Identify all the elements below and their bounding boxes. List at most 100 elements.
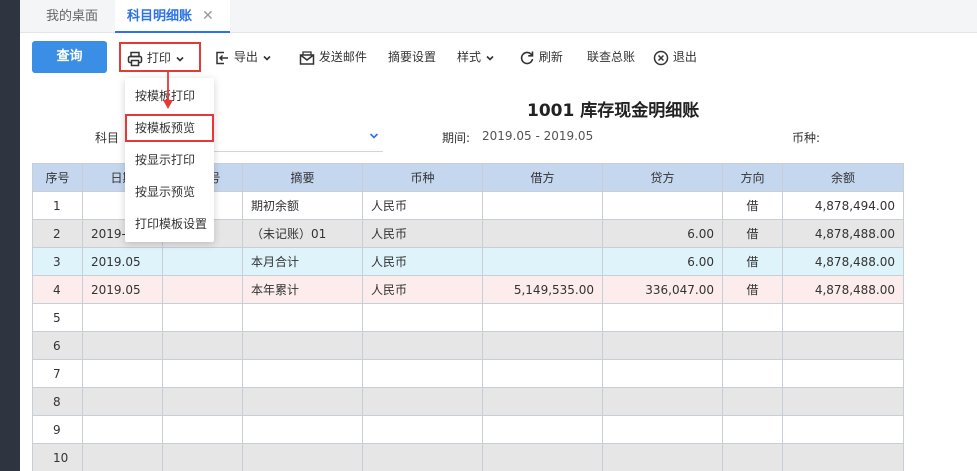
cell-summary [242,387,363,416]
style-button[interactable]: 样式 [457,41,495,73]
left-sidebar-strip [0,0,20,471]
cell-credit: 336,047.00 [602,275,723,304]
cell-direction [722,443,783,471]
print-button[interactable]: 打印 [119,42,201,72]
cell-index: 5 [32,303,83,332]
refresh-button[interactable]: 刷新 [519,41,563,73]
table-row[interactable]: 9 [32,415,904,444]
currency-label: 币种: [792,131,821,145]
cell-index: 3 [32,247,83,276]
tab-bar: 我的桌面 科目明细账 ✕ [20,0,977,33]
cell-direction [722,415,783,444]
tab-label: 科目明细账 [127,9,193,24]
cell-index: 7 [32,359,83,388]
table-row[interactable]: 8 [32,387,904,416]
refresh-icon [520,51,534,64]
cell-summary: 本月合计 [242,247,363,276]
col-header-debit[interactable]: 借方 [482,163,603,192]
menu-item-preview-by-template[interactable]: 按模板预览 [125,114,214,142]
menu-item-print-by-display[interactable]: 按显示打印 [125,144,214,176]
table-row[interactable]: 5 [32,303,904,332]
cell-currency [362,387,483,416]
cell-debit [482,359,603,388]
cell-debit [482,219,603,248]
cell-voucher [162,247,243,276]
cell-index: 10 [32,443,83,471]
send-mail-button[interactable]: 发送邮件 [299,41,367,73]
col-header-balance[interactable]: 余额 [782,163,904,192]
table-row[interactable]: 3 2019.05 本月合计 人民币 6.00 借 4,878,488.00 [32,247,904,276]
col-header-credit[interactable]: 贷方 [602,163,723,192]
cell-voucher [162,443,243,471]
cell-date [82,443,163,471]
cell-balance: 4,878,488.00 [782,247,904,276]
mail-label: 发送邮件 [318,50,367,64]
cell-date [82,303,163,332]
close-circle-icon [653,50,669,65]
mail-icon [299,50,315,65]
cell-direction [722,387,783,416]
cell-credit [602,191,723,220]
chevron-down-icon [176,56,184,62]
cell-balance [782,303,904,332]
cell-credit [602,415,723,444]
cell-debit [482,331,603,360]
cell-voucher [162,387,243,416]
cell-debit [482,415,603,444]
cell-balance: 4,878,494.00 [782,191,904,220]
cell-index: 2 [32,219,83,248]
col-header-direction[interactable]: 方向 [722,163,783,192]
cell-balance [782,331,904,360]
tab-home[interactable]: 我的桌面 [46,0,98,33]
cell-index: 6 [32,331,83,360]
chevron-down-icon [263,55,271,61]
table-row[interactable]: 7 [32,359,904,388]
menu-item-preview-by-display[interactable]: 按显示预览 [125,176,214,208]
printer-icon [127,51,143,66]
cell-date [82,359,163,388]
refresh-label: 刷新 [538,50,563,64]
cell-currency [362,303,483,332]
col-header-index[interactable]: 序号 [32,163,83,192]
summary-settings-button[interactable]: 摘要设置 [388,41,436,73]
cell-date [82,415,163,444]
table-row[interactable]: 6 [32,331,904,360]
cell-direction: 借 [722,219,783,248]
cell-summary [242,331,363,360]
menu-item-print-template-settings[interactable]: 打印模板设置 [125,208,214,240]
cell-credit [602,387,723,416]
table-row[interactable]: 4 2019.05 本年累计 人民币 5,149,535.00 336,047.00 借 4,… [32,275,904,304]
subject-label: 科目 [95,131,120,145]
export-button[interactable]: 导出 [214,41,272,73]
cell-direction: 借 [722,191,783,220]
chevron-down-icon[interactable] [368,130,380,142]
cell-direction: 借 [722,247,783,276]
cell-debit [482,191,603,220]
cell-credit [602,303,723,332]
exit-button[interactable]: 退出 [653,41,697,73]
cell-balance: 4,878,488.00 [782,219,904,248]
col-header-summary[interactable]: 摘要 [242,163,363,192]
general-ledger-button[interactable]: 联查总账 [587,41,635,73]
cell-date [82,331,163,360]
period-value: 2019.05 - 2019.05 [482,129,594,143]
query-button[interactable]: 查询 [32,41,107,73]
cell-index: 9 [32,415,83,444]
table-row[interactable]: 10 [32,443,904,471]
annotation-arrow [163,72,173,109]
period-label: 期间: [442,131,471,145]
style-label: 样式 [457,50,482,64]
cell-debit [482,443,603,471]
cell-currency [362,359,483,388]
print-label: 打印 [146,51,171,65]
cell-date [82,387,163,416]
tab-subject-ledger[interactable]: 科目明细账 ✕ [115,0,230,33]
subject-select[interactable] [200,151,383,152]
cell-index: 8 [32,387,83,416]
cell-balance [782,443,904,471]
col-header-currency[interactable]: 币种 [362,163,483,192]
close-icon[interactable]: ✕ [202,0,214,33]
cell-currency: 人民币 [362,247,483,276]
chevron-down-icon [486,55,494,61]
cell-summary [242,303,363,332]
